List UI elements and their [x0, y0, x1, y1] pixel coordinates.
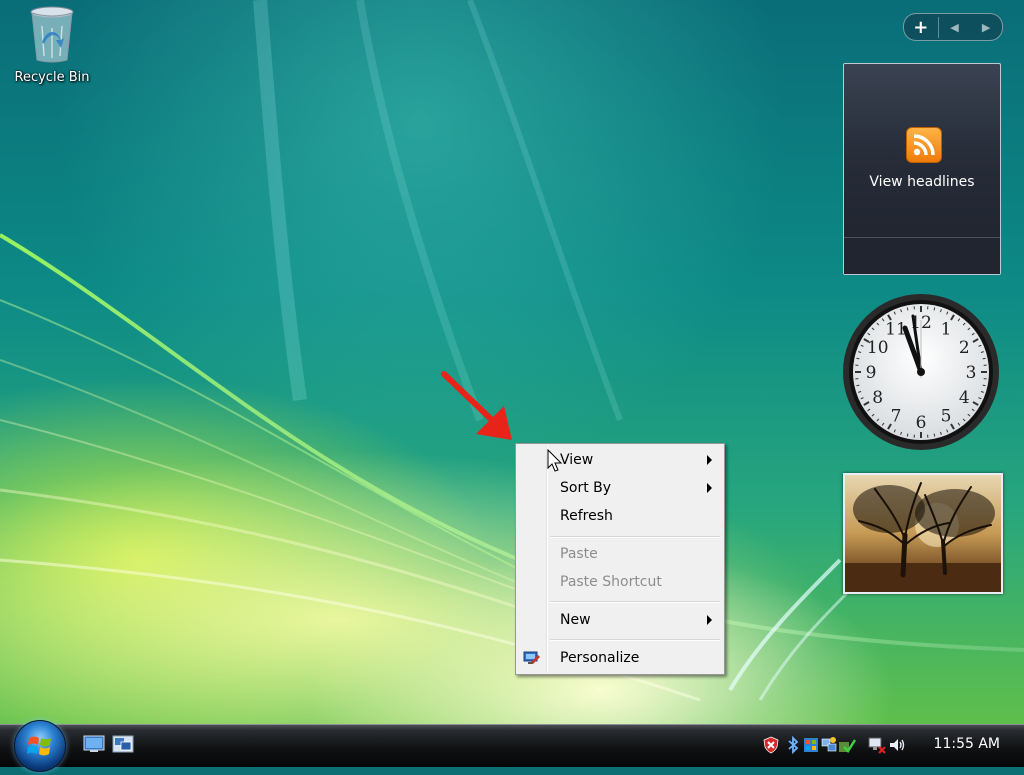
recycle-bin-icon [28, 4, 76, 64]
submenu-arrow-icon [707, 455, 712, 465]
view-headlines-label[interactable]: View headlines [844, 174, 1000, 190]
slideshow-gadget[interactable] [843, 473, 1003, 594]
menu-item-label: Sort By [560, 480, 611, 496]
menu-item-label: New [560, 612, 591, 628]
clock-numeral: 4 [959, 388, 970, 408]
submenu-arrow-icon [707, 483, 712, 493]
menu-item-refresh[interactable]: Refresh [516, 503, 724, 529]
recycle-bin[interactable]: Recycle Bin [8, 4, 96, 85]
switch-windows-icon [112, 734, 134, 754]
menu-item-paste-shortcut[interactable]: Paste Shortcut [516, 569, 724, 595]
clock-numeral: 5 [941, 406, 952, 426]
taskbar-clock[interactable]: 11:55 AM [934, 736, 1000, 752]
volume-icon[interactable] [888, 736, 906, 754]
menu-item-label: Paste Shortcut [560, 574, 662, 590]
menu-item-label: Refresh [560, 508, 613, 524]
menu-separator [550, 536, 720, 538]
rss-icon [906, 127, 942, 163]
windows-logo-icon [15, 721, 65, 771]
mouse-cursor-icon [547, 449, 563, 473]
add-gadget-button[interactable]: + [904, 17, 939, 38]
red-arrow-annotation [438, 368, 518, 444]
menu-item-sort-by[interactable]: Sort By [516, 475, 724, 501]
clock-numeral: 1 [941, 320, 952, 340]
next-gadget-page-button[interactable]: ▶ [970, 21, 1002, 34]
bluetooth-icon[interactable] [784, 736, 802, 754]
clock-numeral: 10 [867, 338, 889, 358]
security-alert-icon[interactable] [762, 736, 780, 754]
trees-at-sunset-photo [845, 475, 1001, 592]
start-button[interactable] [14, 720, 66, 772]
recycle-bin-label: Recycle Bin [8, 70, 96, 85]
windows-update-icon[interactable] [802, 736, 820, 754]
switch-windows-button[interactable] [112, 734, 134, 754]
personalize-icon [523, 650, 541, 666]
menu-item-personalize[interactable]: Personalize [516, 645, 724, 671]
show-desktop-button[interactable] [83, 734, 105, 754]
desktop-context-menu: View Sort By Refresh Paste Paste Shortcu… [515, 443, 725, 675]
submenu-arrow-icon [707, 615, 712, 625]
clock-numeral: 8 [872, 388, 883, 408]
clock-numeral: 6 [916, 413, 927, 433]
clock-face: 121234567891011 [841, 294, 1001, 454]
menu-separator [550, 601, 720, 603]
clock-numeral: 3 [966, 363, 977, 383]
show-desktop-icon [83, 734, 105, 754]
menu-item-label: View [560, 452, 593, 468]
menu-separator [550, 639, 720, 641]
clock-numeral: 9 [866, 363, 877, 383]
menu-item-new[interactable]: New [516, 607, 724, 633]
feed-headlines-gadget[interactable]: View headlines [843, 63, 1001, 275]
network-disconnected-icon[interactable] [868, 736, 886, 754]
network-activity-icon[interactable] [820, 736, 838, 754]
clock-gadget[interactable]: 121234567891011 [841, 294, 1001, 454]
clock-numeral: 7 [891, 406, 902, 426]
clock-numeral: 2 [959, 338, 970, 358]
menu-item-label: Personalize [560, 650, 639, 666]
taskbar: 11:55 AM [0, 724, 1024, 767]
previous-gadget-page-button[interactable]: ◀ [939, 21, 971, 34]
defender-icon[interactable] [838, 736, 856, 754]
feed-gadget-footer [844, 237, 1000, 274]
menu-item-label: Paste [560, 546, 598, 562]
sidebar-controls: + ◀ ▶ [903, 13, 1003, 41]
notification-area: 11:55 AM [754, 725, 1024, 767]
menu-item-paste[interactable]: Paste [516, 541, 724, 567]
